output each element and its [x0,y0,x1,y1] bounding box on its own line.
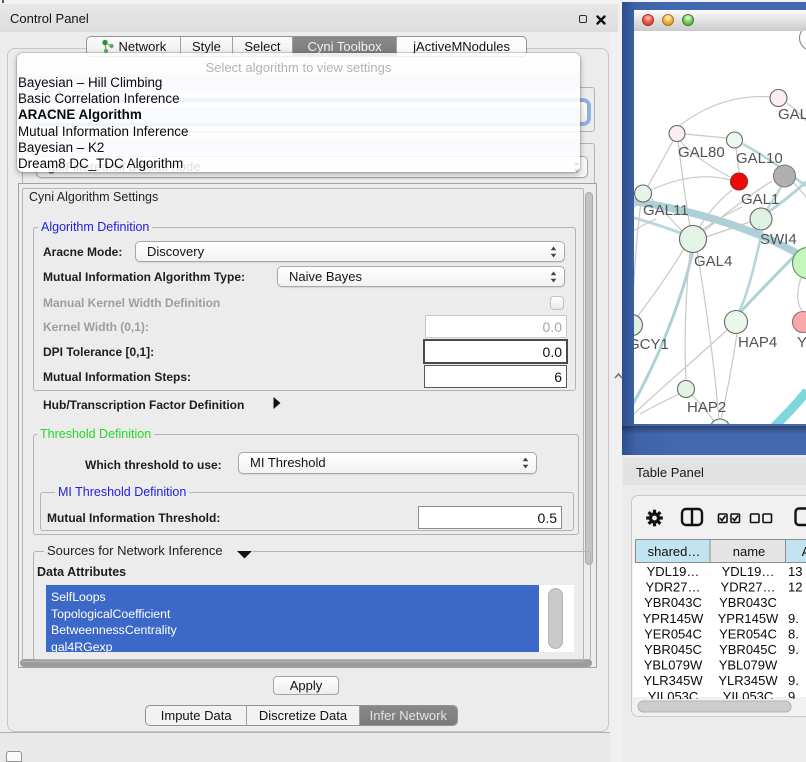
svg-text:A: A [802,544,806,559]
svg-text:YBR043C: YBR043C [719,595,777,610]
svg-text:YBL079W: YBL079W [644,658,703,673]
svg-text:YDR27…: YDR27… [721,580,776,595]
svg-text:9.: 9. [788,642,799,657]
svg-text:12: 12 [788,580,802,595]
svg-text:GAL11: GAL11 [643,202,689,219]
svg-text:YBR045C: YBR045C [644,642,702,657]
svg-text:HAP2: HAP2 [687,399,726,416]
svg-text:YER054C: YER054C [644,626,702,641]
svg-text:8.: 8. [788,626,799,641]
svg-text:YBR043C: YBR043C [644,595,702,610]
svg-text:HAP4: HAP4 [738,334,777,351]
svg-text:9.: 9. [788,611,799,626]
svg-text:GAL80: GAL80 [678,144,725,161]
svg-text:9.: 9. [788,673,799,688]
svg-text:name: name [733,544,766,559]
svg-text:YLR345W: YLR345W [643,673,703,688]
svg-text:YER054C: YER054C [719,626,777,641]
svg-text:YDR27…: YDR27… [646,580,701,595]
svg-text:GAL4: GAL4 [694,253,732,270]
svg-text:13: 13 [788,564,802,579]
svg-text:SWI4: SWI4 [760,231,797,248]
svg-text:YPR145W: YPR145W [718,611,779,626]
svg-text:GCY1: GCY1 [634,336,669,353]
svg-text:YBL079W: YBL079W [719,658,778,673]
svg-text:YDL19…: YDL19… [647,564,700,579]
svg-text:GAL1: GAL1 [741,191,779,208]
svg-text:GAL10: GAL10 [736,150,783,167]
svg-text:GAL7: GAL7 [778,106,806,123]
svg-text:YDL19…: YDL19… [722,564,775,579]
svg-text:shared…: shared… [648,544,701,559]
svg-text:Y: Y [797,334,806,351]
svg-text:YPR145W: YPR145W [643,611,704,626]
svg-text:YBR045C: YBR045C [719,642,777,657]
svg-text:YLR345W: YLR345W [718,673,778,688]
